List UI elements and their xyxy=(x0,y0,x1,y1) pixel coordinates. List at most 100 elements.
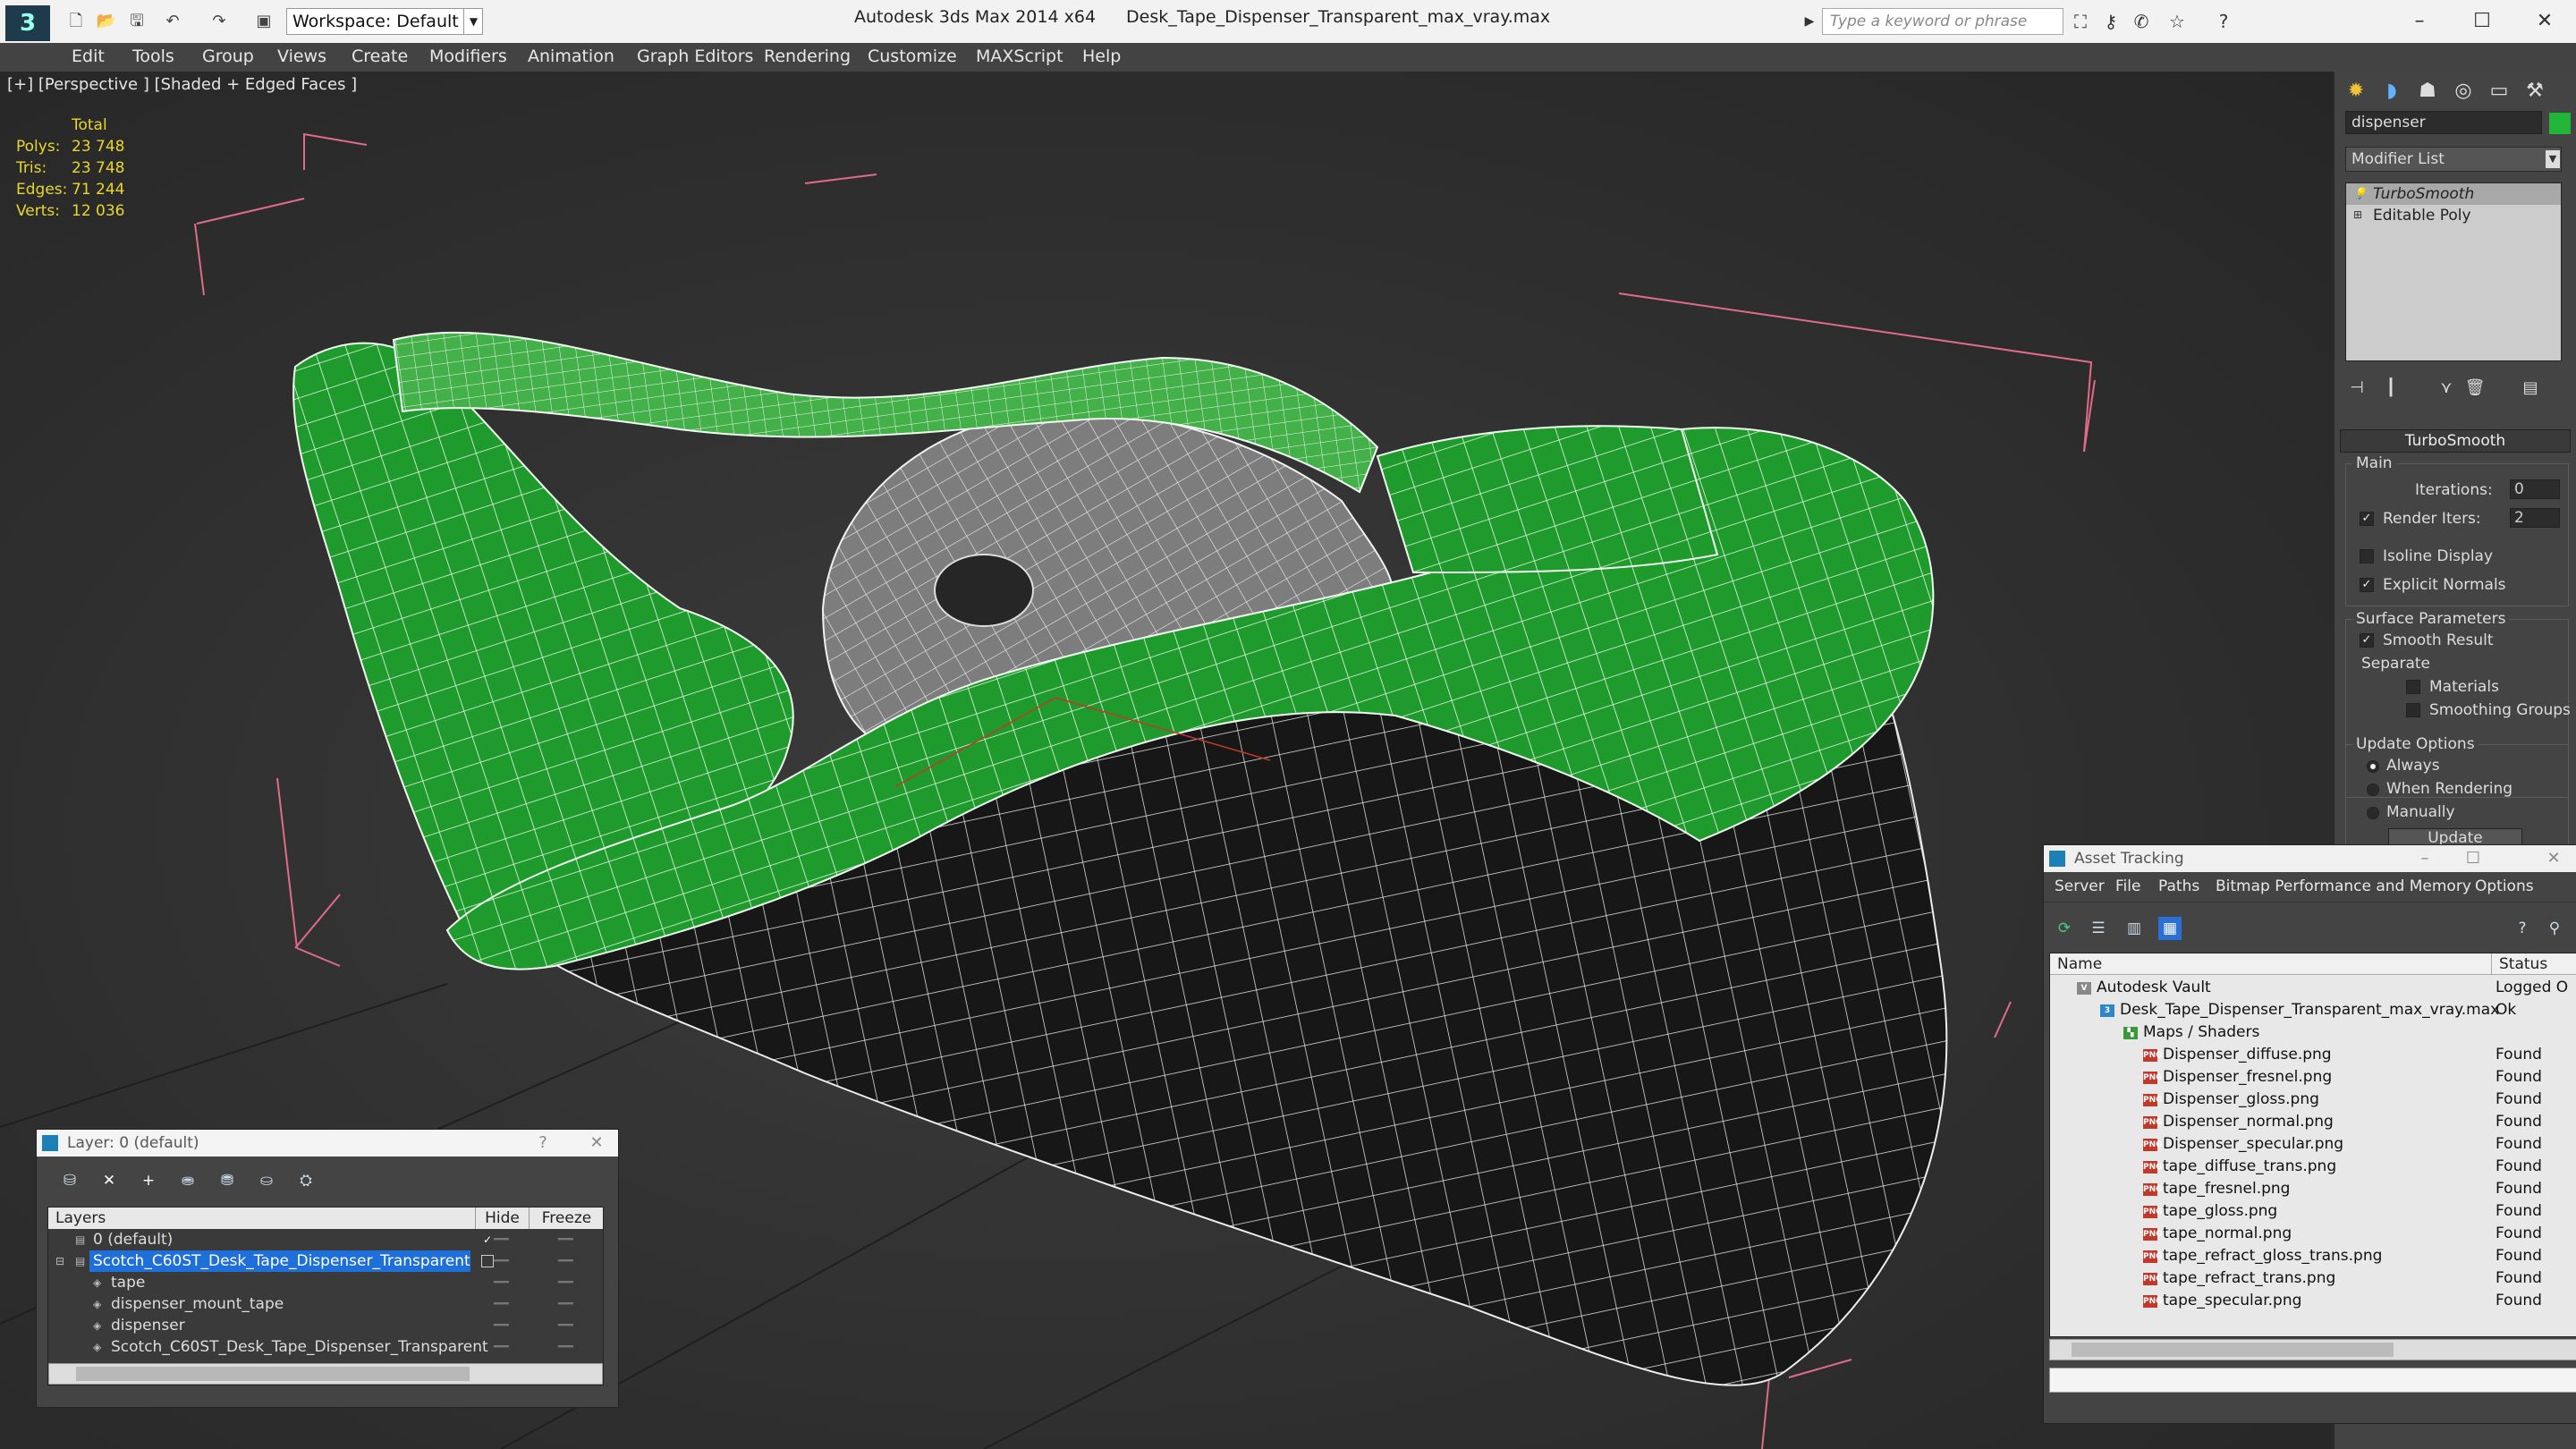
hide-toggle[interactable]: ━━ xyxy=(494,1250,509,1272)
configure-modifier-sets-icon[interactable]: ▤ xyxy=(2517,376,2544,401)
freeze-toggle[interactable]: ━━ xyxy=(558,1250,573,1272)
column-header-freeze[interactable]: Freeze xyxy=(530,1208,603,1229)
turbosmooth-rollout-header[interactable]: TurboSmooth xyxy=(2340,429,2571,453)
freeze-toggle[interactable]: ━━ xyxy=(558,1315,573,1336)
hide-toggle[interactable]: ━━ xyxy=(494,1293,509,1315)
menu-maxscript[interactable]: MAXScript xyxy=(976,47,1063,66)
asset-row[interactable]: PNG Dispenser_fresnel.png Found xyxy=(2050,1066,2576,1089)
column-header-layers[interactable]: Layers xyxy=(48,1208,476,1229)
menu-tools[interactable]: Tools xyxy=(132,47,174,66)
create-layer-icon[interactable]: ⛁ xyxy=(58,1169,81,1192)
freeze-toggle[interactable]: ━━ xyxy=(558,1229,573,1250)
materials-checkbox[interactable] xyxy=(2406,680,2420,694)
search-input[interactable]: Type a keyword or phrase xyxy=(1822,8,2063,35)
asset-row[interactable]: PNG Dispenser_normal.png Found xyxy=(2050,1111,2576,1133)
freeze-toggle[interactable]: ━━ xyxy=(558,1336,573,1358)
create-tab-icon[interactable]: ✹ xyxy=(2340,75,2372,107)
column-header-hide[interactable]: Hide xyxy=(476,1208,530,1229)
menu-animation[interactable]: Animation xyxy=(528,47,614,66)
collapse-minus-icon[interactable]: ⊟ xyxy=(55,1255,68,1267)
stack-item-editable-poly[interactable]: ⊞ Editable Poly xyxy=(2346,205,2561,226)
binoculars-icon[interactable]: ⛶ xyxy=(2068,9,2093,34)
help-icon[interactable]: ? xyxy=(525,1130,561,1157)
isoline-display-checkbox[interactable] xyxy=(2360,549,2374,564)
select-objects-icon[interactable]: ⛂ xyxy=(176,1169,199,1192)
viewport-label[interactable]: [+] [Perspective ] [Shaded + Edged Faces… xyxy=(7,75,357,94)
freeze-toggle[interactable]: ━━ xyxy=(558,1293,573,1315)
set-current-layer-icon[interactable]: ⛀ xyxy=(255,1169,278,1192)
detail-view-icon[interactable]: ▥ xyxy=(2123,917,2146,940)
freeze-toggle[interactable]: ━━ xyxy=(558,1272,573,1293)
horizontal-scrollbar[interactable] xyxy=(2049,1339,2576,1360)
update-when-rendering-radio[interactable] xyxy=(2367,784,2379,796)
new-file-icon[interactable]: 🗋 xyxy=(64,11,88,32)
layer-object-row[interactable]: ◈ dispenser_mount_tape ━━ ━━ xyxy=(48,1293,603,1315)
asset-path-field[interactable] xyxy=(2049,1368,2576,1393)
list-view-icon[interactable]: ☰ xyxy=(2087,917,2110,940)
communication-center-icon[interactable]: ✆ xyxy=(2129,9,2154,34)
help-icon[interactable]: ? xyxy=(2211,9,2236,34)
motion-tab-icon[interactable]: ◎ xyxy=(2447,75,2479,107)
menu-views[interactable]: Views xyxy=(277,47,326,66)
asset-row[interactable]: PNG tape_refract_gloss_trans.png Found xyxy=(2050,1245,2576,1267)
help-icon[interactable]: ? xyxy=(2511,917,2534,940)
display-tab-icon[interactable]: ▭ xyxy=(2483,75,2515,107)
hide-toggle[interactable]: ━━ xyxy=(494,1229,509,1250)
remove-modifier-icon[interactable]: 🗑 xyxy=(2462,376,2488,401)
layer-object-row[interactable]: ◈ tape ━━ ━━ xyxy=(48,1272,603,1293)
chevron-down-icon[interactable]: ▼ xyxy=(2546,150,2560,168)
asset-row[interactable]: PNG tape_normal.png Found xyxy=(2050,1223,2576,1245)
project-folder-icon[interactable]: ▣ xyxy=(252,11,275,32)
chevron-down-icon[interactable]: ▼ xyxy=(463,8,483,35)
layer-object-row[interactable]: ◈ Scotch_C60ST_Desk_Tape_Dispenser_Trans… xyxy=(48,1336,603,1358)
asset-row[interactable]: PNG tape_gloss.png Found xyxy=(2050,1200,2576,1223)
asset-menu-file[interactable]: File xyxy=(2115,877,2140,895)
asset-row[interactable]: PNG tape_fresnel.png Found xyxy=(2050,1178,2576,1200)
object-name-field[interactable]: dispenser xyxy=(2345,111,2542,134)
asset-row[interactable]: V Autodesk Vault Logged O xyxy=(2050,977,2576,999)
render-iters-checkbox[interactable]: ✓ xyxy=(2360,512,2374,526)
horizontal-scrollbar[interactable] xyxy=(48,1363,603,1385)
layer-properties-icon[interactable]: ⛭ xyxy=(294,1169,318,1192)
asset-menu-bitmap-performance[interactable]: Bitmap Performance and Memory xyxy=(2216,877,2471,895)
redo-icon[interactable]: ↷ xyxy=(208,11,231,32)
smooth-result-checkbox[interactable]: ✓ xyxy=(2360,633,2374,648)
refresh-icon[interactable]: ⟳ xyxy=(2053,917,2076,940)
iterations-spinner[interactable]: 0 xyxy=(2510,479,2560,499)
scrollbar-thumb[interactable] xyxy=(2072,1343,2394,1357)
maximize-icon[interactable]: ☐ xyxy=(2455,4,2509,39)
update-manually-radio[interactable] xyxy=(2367,807,2379,819)
menu-create[interactable]: Create xyxy=(352,47,408,66)
asset-row[interactable]: PNG tape_diffuse_trans.png Found xyxy=(2050,1156,2576,1178)
hide-toggle[interactable]: ━━ xyxy=(494,1315,509,1336)
object-color-swatch[interactable] xyxy=(2549,113,2571,134)
scrollbar-thumb[interactable] xyxy=(76,1367,470,1381)
asset-row[interactable]: PNG tape_specular.png Found xyxy=(2050,1290,2576,1312)
modify-tab-icon[interactable]: ◗ xyxy=(2376,75,2408,107)
maximize-icon[interactable]: ☐ xyxy=(2455,845,2491,872)
layer-row[interactable]: ⊟ ▤ Scotch_C60ST_Desk_Tape_Dispenser_Tra… xyxy=(48,1250,603,1272)
layer-object-row[interactable]: ◈ dispenser ━━ ━━ xyxy=(48,1315,603,1336)
vault-help-icon[interactable]: ⚲ xyxy=(2543,917,2566,940)
asset-menu-server[interactable]: Server xyxy=(2055,877,2105,895)
hierarchy-tab-icon[interactable]: ☗ xyxy=(2411,75,2444,107)
column-header-name[interactable]: Name xyxy=(2050,953,2492,975)
stack-item-turbosmooth[interactable]: 💡 TurboSmooth xyxy=(2346,183,2561,205)
favorites-star-icon[interactable]: ☆ xyxy=(2165,9,2190,34)
layer-row[interactable]: ▤ 0 (default) ✓ ━━ ━━ xyxy=(48,1229,603,1250)
table-view-icon[interactable]: ▦ xyxy=(2158,917,2182,940)
asset-row[interactable]: PNG tape_refract_trans.png Found xyxy=(2050,1267,2576,1290)
menu-graph-editors[interactable]: Graph Editors xyxy=(637,47,753,66)
key-icon[interactable]: ⚷ xyxy=(2098,9,2123,34)
menu-group[interactable]: Group xyxy=(202,47,254,66)
set-current-checkbox[interactable] xyxy=(481,1255,494,1267)
hide-toggle[interactable]: ━━ xyxy=(494,1272,509,1293)
add-to-layer-icon[interactable]: + xyxy=(137,1169,160,1192)
menu-rendering[interactable]: Rendering xyxy=(764,47,851,66)
asset-row[interactable]: PNG Dispenser_gloss.png Found xyxy=(2050,1089,2576,1111)
update-always-radio[interactable] xyxy=(2367,760,2379,773)
asset-row[interactable]: ▚ Maps / Shaders xyxy=(2050,1021,2576,1044)
menu-edit[interactable]: Edit xyxy=(72,47,105,66)
minimize-icon[interactable]: – xyxy=(2393,4,2446,39)
utilities-tab-icon[interactable]: ⚒ xyxy=(2519,75,2551,107)
